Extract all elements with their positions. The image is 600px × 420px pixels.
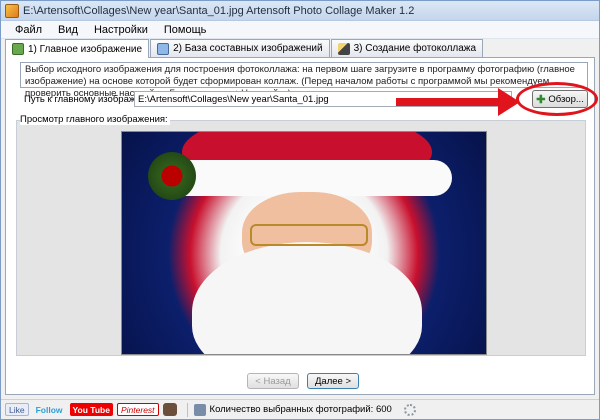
santa-beard [192, 242, 422, 354]
window-title: E:\Artensoft\Collages\New year\Santa_01.… [23, 4, 415, 17]
browse-button-label: Обзор... [548, 93, 584, 105]
menu-settings[interactable]: Настройки [86, 24, 156, 36]
tab-image-database-label: 2) База составных изображений [173, 43, 323, 54]
main-image-icon [12, 43, 24, 55]
wizard-navigation: < Назад Далее > [247, 373, 359, 389]
menu-help[interactable]: Помощь [156, 24, 215, 36]
twitter-follow-button[interactable]: Follow [33, 403, 66, 416]
next-button[interactable]: Далее > [307, 373, 359, 389]
app-window: E:\Artensoft\Collages\New year\Santa_01.… [0, 0, 600, 420]
app-icon [5, 3, 19, 18]
loading-spinner-icon [403, 403, 416, 416]
twitter-follow-label: Follow [35, 404, 63, 415]
tab-create-collage[interactable]: 3) Создание фотоколлажа [330, 39, 484, 57]
magic-wand-icon [337, 42, 350, 55]
holly-ornament [148, 152, 196, 200]
youtube-button[interactable]: You Tube [69, 403, 113, 416]
pinterest-label: Pinterest [120, 404, 155, 415]
tab-main-image[interactable]: 1) Главное изображение [5, 39, 150, 58]
tab-image-database[interactable]: 2) База составных изображений [150, 39, 330, 57]
photos-count-text: Количество выбранных фотографий: 600 [209, 404, 392, 415]
back-button[interactable]: < Назад [247, 373, 299, 389]
pinterest-button[interactable]: Pinterest [116, 403, 159, 416]
path-input[interactable] [134, 91, 512, 107]
tab-main-image-label: 1) Главное изображение [28, 43, 143, 55]
preview-frame [16, 120, 586, 356]
step1-panel: Выбор исходного изображения для построен… [5, 57, 598, 395]
photos-count-icon [193, 403, 206, 416]
step-tabs: 1) Главное изображение 2) База составных… [5, 39, 484, 58]
santa-glasses [250, 224, 368, 246]
menu-bar: Файл Вид Настройки Помощь [1, 21, 599, 39]
santa-photo [121, 131, 487, 355]
browse-button[interactable]: ✚ Обзор... [532, 90, 588, 108]
instagram-icon[interactable] [162, 403, 177, 416]
menu-view[interactable]: Вид [50, 24, 86, 36]
tab-create-collage-label: 3) Создание фотоколлажа [353, 43, 477, 54]
step-description: Выбор исходного изображения для построен… [20, 62, 588, 99]
preview-label: Просмотр главного изображения: [20, 114, 170, 125]
status-bar: Like Follow You Tube Pinterest Количеств… [1, 399, 599, 419]
santa-hat-trim [162, 160, 452, 196]
database-icon [157, 42, 170, 55]
facebook-like-button[interactable]: Like [5, 403, 29, 416]
add-file-icon: ✚ [536, 93, 546, 106]
status-separator [186, 402, 188, 417]
youtube-label: You Tube [72, 404, 110, 415]
menu-file[interactable]: Файл [7, 24, 50, 36]
title-bar: E:\Artensoft\Collages\New year\Santa_01.… [1, 1, 599, 21]
facebook-like-label: Like [9, 404, 25, 415]
